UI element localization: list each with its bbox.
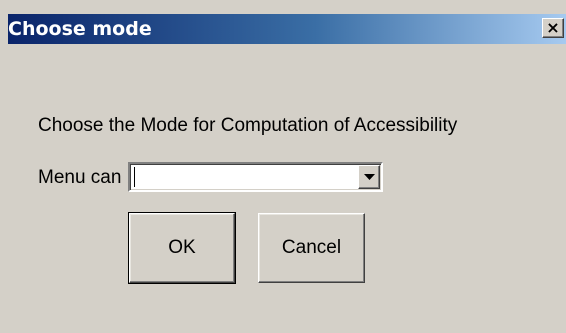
close-icon: ×	[546, 18, 560, 37]
ok-button[interactable]: OK	[128, 212, 236, 284]
message-line-1: Choose the Mode for Computation of Acces…	[38, 115, 458, 136]
dialog-title: Choose mode	[8, 18, 152, 40]
cancel-button-label: Cancel	[281, 237, 342, 258]
mode-combobox[interactable]	[128, 162, 383, 192]
text-caret	[134, 167, 135, 187]
cancel-button[interactable]: Cancel	[258, 213, 365, 283]
close-button[interactable]: ×	[542, 18, 564, 38]
dropdown-button[interactable]	[358, 165, 380, 189]
chevron-down-icon	[364, 174, 375, 180]
dialog-message: Choose the Mode for Computation of Acces…	[38, 87, 538, 217]
ok-button-label: OK	[168, 237, 196, 258]
title-bar[interactable]: Choose mode ×	[8, 14, 566, 44]
choose-mode-dialog: Choose mode × Choose the Mode for Comput…	[0, 0, 566, 333]
